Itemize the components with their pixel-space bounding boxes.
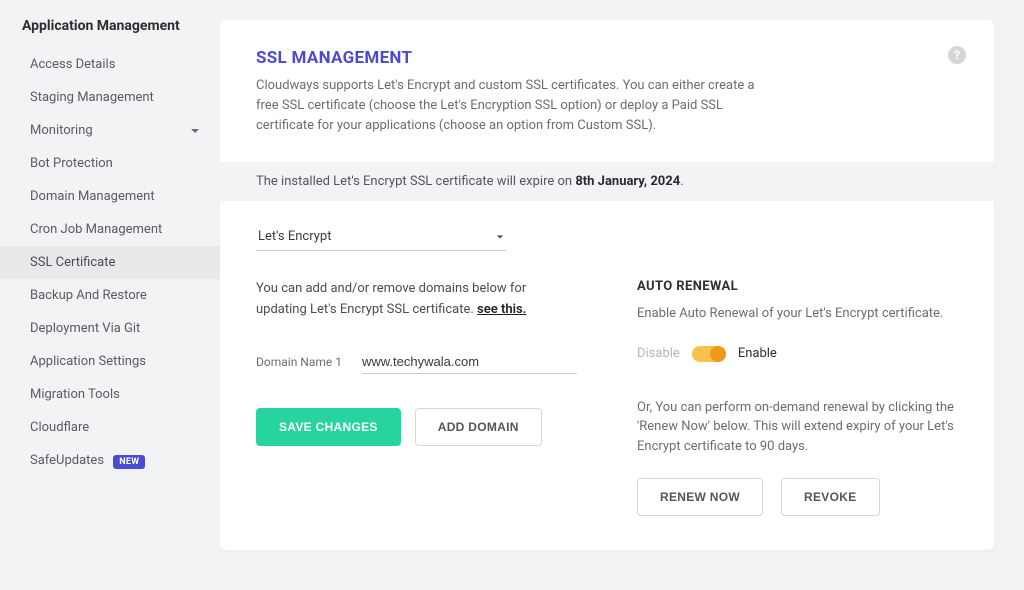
sidebar-item-deployment-via-git[interactable]: Deployment Via Git <box>0 312 220 345</box>
toggle-disable-label: Disable <box>637 346 680 361</box>
sidebar-item-cron-job-management[interactable]: Cron Job Management <box>0 213 220 246</box>
sidebar-item-label: SSL Certificate <box>30 255 115 270</box>
chevron-down-icon <box>190 126 200 136</box>
sidebar-item-label: SafeUpdates <box>30 453 104 468</box>
sidebar-item-label: Cron Job Management <box>30 222 162 237</box>
domains-description: You can add and/or remove domains below … <box>256 279 577 319</box>
sidebar-item-ssl-certificate[interactable]: SSL Certificate <box>0 246 220 279</box>
sidebar-item-access-details[interactable]: Access Details <box>0 48 220 81</box>
add-domain-button[interactable]: ADD DOMAIN <box>415 408 542 446</box>
sidebar-item-label: Deployment Via Git <box>30 321 140 336</box>
domain-field-row: Domain Name 1 <box>256 350 577 374</box>
renew-description: Or, You can perform on-demand renewal by… <box>637 398 958 457</box>
dropdown-selected: Let's Encrypt <box>258 229 331 244</box>
auto-renewal-description: Enable Auto Renewal of your Let's Encryp… <box>637 304 958 324</box>
auto-renewal-column: AUTO RENEWAL Enable Auto Renewal of your… <box>637 279 958 516</box>
domain-field-label: Domain Name 1 <box>256 355 342 369</box>
sidebar-item-label: Application Settings <box>30 354 146 369</box>
page-title: SSL MANAGEMENT <box>256 48 958 68</box>
help-icon[interactable]: ? <box>948 46 966 64</box>
expire-notice: The installed Let's Encrypt SSL certific… <box>220 162 994 201</box>
sidebar-item-label: Staging Management <box>30 90 154 105</box>
sidebar-item-label: Backup And Restore <box>30 288 147 303</box>
sidebar-item-monitoring[interactable]: Monitoring <box>0 114 220 147</box>
sidebar-item-label: Bot Protection <box>30 156 113 171</box>
sidebar-item-staging-management[interactable]: Staging Management <box>0 81 220 114</box>
toggle-enable-label: Enable <box>738 346 777 361</box>
sidebar-item-safeupdates[interactable]: SafeUpdates NEW <box>0 444 220 477</box>
expire-suffix: . <box>680 174 683 189</box>
sidebar-item-domain-management[interactable]: Domain Management <box>0 180 220 213</box>
expire-date: 8th January, 2024 <box>575 174 680 189</box>
sidebar-item-label: Access Details <box>30 57 115 72</box>
auto-renewal-toggle[interactable] <box>692 346 726 362</box>
main-content: ? SSL MANAGEMENT Cloudways supports Let'… <box>220 0 1024 590</box>
sidebar-title: Application Management <box>0 18 220 48</box>
sidebar-item-cloudflare[interactable]: Cloudflare <box>0 411 220 444</box>
domains-column: You can add and/or remove domains below … <box>256 279 577 516</box>
ssl-provider-dropdown[interactable]: Let's Encrypt <box>256 223 506 251</box>
sidebar-item-label: Domain Management <box>30 189 155 204</box>
revoke-button[interactable]: REVOKE <box>781 478 879 516</box>
sidebar-item-migration-tools[interactable]: Migration Tools <box>0 378 220 411</box>
auto-renewal-title: AUTO RENEWAL <box>637 279 958 294</box>
see-this-link[interactable]: see this. <box>477 302 526 317</box>
sidebar: Application Management Access Details St… <box>0 0 220 590</box>
expire-prefix: The installed Let's Encrypt SSL certific… <box>256 174 575 189</box>
save-changes-button[interactable]: SAVE CHANGES <box>256 408 401 446</box>
sidebar-item-application-settings[interactable]: Application Settings <box>0 345 220 378</box>
domain-name-input[interactable] <box>362 350 577 374</box>
chevron-down-icon <box>496 233 504 241</box>
renew-now-button[interactable]: RENEW NOW <box>637 478 763 516</box>
new-badge: NEW <box>113 455 145 469</box>
sidebar-item-bot-protection[interactable]: Bot Protection <box>0 147 220 180</box>
sidebar-item-backup-and-restore[interactable]: Backup And Restore <box>0 279 220 312</box>
sidebar-item-label: Migration Tools <box>30 387 120 402</box>
ssl-card: ? SSL MANAGEMENT Cloudways supports Let'… <box>220 20 994 550</box>
sidebar-item-label: Cloudflare <box>30 420 89 435</box>
sidebar-item-label: Monitoring <box>30 123 93 138</box>
page-description: Cloudways supports Let's Encrypt and cus… <box>256 76 776 136</box>
